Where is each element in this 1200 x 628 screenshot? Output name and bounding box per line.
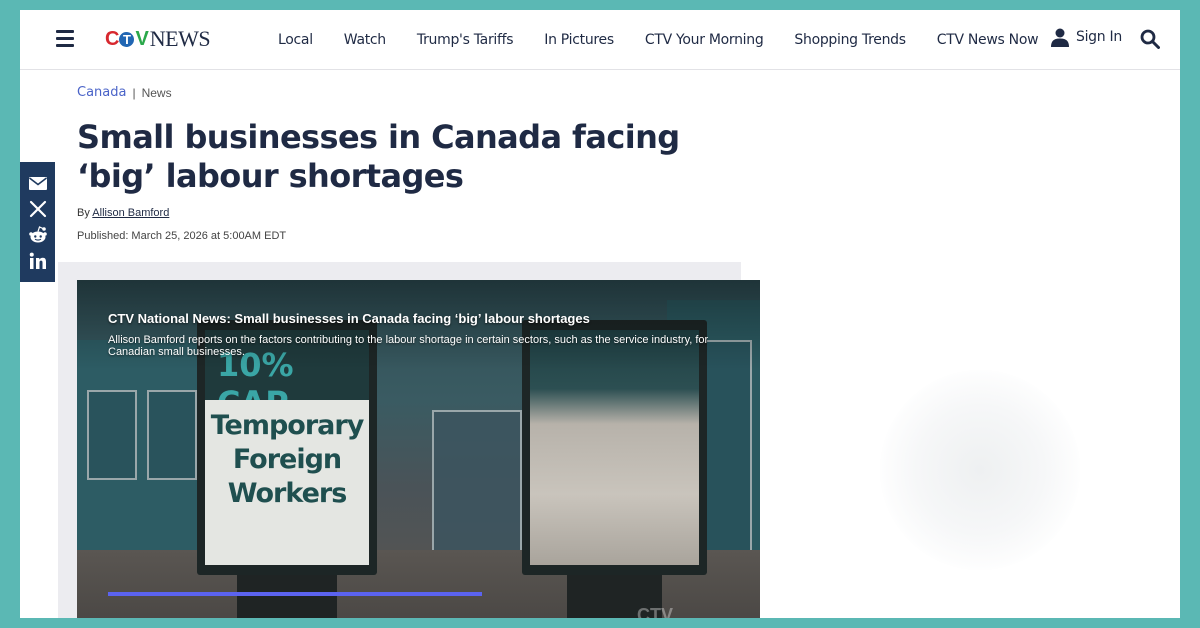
video-sign-panel: Temporary Foreign Workers bbox=[205, 400, 369, 565]
page-frame: C T V NEWS Local Watch Trump's Tariffs I… bbox=[20, 10, 1180, 618]
video-sign-workers: Workers bbox=[227, 478, 348, 509]
video-sign-temporary: Temporary bbox=[210, 410, 365, 441]
author-link[interactable]: Allison Bamford bbox=[92, 207, 169, 219]
nav-local[interactable]: Local bbox=[278, 32, 313, 48]
logo-letter-c: C bbox=[105, 27, 119, 50]
video-progress-bar[interactable] bbox=[108, 592, 482, 596]
sign-in-button[interactable]: Sign In bbox=[1050, 27, 1122, 47]
nav-watch[interactable]: Watch bbox=[344, 32, 386, 48]
video-player[interactable]: 10% CAP Temporary Foreign Workers CTV Na… bbox=[77, 280, 760, 618]
logo-letter-t: T bbox=[119, 31, 135, 47]
video-watermark: CTV bbox=[637, 605, 673, 618]
ctv-logo-mark: C T V bbox=[105, 27, 149, 51]
menu-icon[interactable] bbox=[56, 30, 74, 47]
nav-shopping-trends[interactable]: Shopping Trends bbox=[794, 32, 906, 48]
video-description: Allison Bamford reports on the factors c… bbox=[108, 334, 709, 358]
video-window bbox=[87, 390, 137, 480]
linkedin-icon[interactable] bbox=[27, 250, 49, 272]
breadcrumb-separator: | bbox=[132, 85, 136, 100]
byline-prefix: By bbox=[77, 207, 90, 219]
share-rail bbox=[20, 162, 55, 282]
sign-in-label: Sign In bbox=[1076, 29, 1122, 45]
video-window bbox=[147, 390, 197, 480]
logo-letter-v: V bbox=[135, 27, 148, 50]
video-title: CTV National News: Small businesses in C… bbox=[108, 311, 590, 326]
breadcrumb-canada[interactable]: Canada bbox=[77, 85, 126, 100]
nav-trumps-tariffs[interactable]: Trump's Tariffs bbox=[417, 32, 514, 48]
reddit-icon[interactable] bbox=[27, 224, 49, 246]
breadcrumb: Canada | News bbox=[77, 85, 172, 100]
logo-news-text: NEWS bbox=[149, 26, 211, 51]
site-header: C T V NEWS Local Watch Trump's Tariffs I… bbox=[20, 10, 1180, 70]
nav-in-pictures[interactable]: In Pictures bbox=[544, 32, 614, 48]
breadcrumb-news: News bbox=[141, 85, 172, 100]
video-window bbox=[432, 410, 522, 560]
nav-ctv-your-morning[interactable]: CTV Your Morning bbox=[645, 32, 764, 48]
nav-ctv-news-now[interactable]: CTV News Now bbox=[937, 32, 1039, 48]
video-sign-foreign: Foreign bbox=[232, 444, 342, 475]
main-nav: Local Watch Trump's Tariffs In Pictures … bbox=[278, 10, 1069, 70]
search-icon[interactable] bbox=[1140, 29, 1160, 54]
ctv-news-logo[interactable]: C T V NEWS bbox=[105, 26, 211, 52]
video-sign-left-post bbox=[237, 575, 337, 618]
user-icon bbox=[1051, 28, 1069, 47]
x-icon[interactable] bbox=[27, 198, 49, 220]
published-date: Published: March 25, 2026 at 5:00AM EDT bbox=[77, 230, 287, 242]
byline: By Allison Bamford bbox=[77, 207, 169, 219]
ad-placeholder bbox=[880, 370, 1080, 570]
article-title: Small businesses in Canada facing ‘big’ … bbox=[77, 118, 680, 195]
email-icon[interactable] bbox=[27, 172, 49, 194]
